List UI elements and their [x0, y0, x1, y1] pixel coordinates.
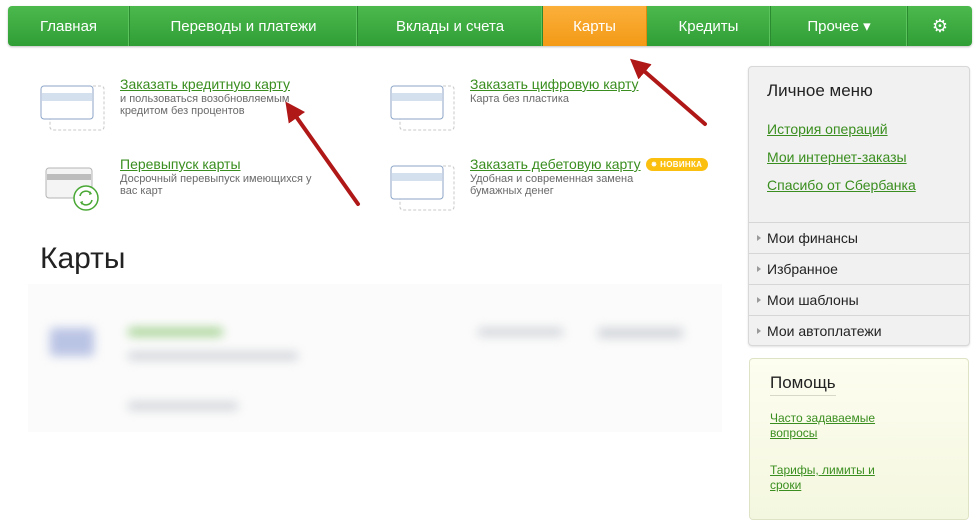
internet-orders-link[interactable]: Мои интернет-заказы — [767, 149, 907, 165]
nav-item-home[interactable]: Главная — [8, 6, 130, 46]
triangle-right-icon — [757, 328, 761, 334]
spasibo-link[interactable]: Спасибо от Сбербанка — [767, 177, 916, 193]
help-title: Помощь — [770, 373, 836, 396]
order-debit-card-label[interactable]: Заказать дебетовую карту — [470, 156, 641, 172]
reissue-card-link[interactable]: Перевыпуск карты — [120, 156, 241, 172]
page-title: Карты — [40, 242, 126, 275]
blurred-card-balance — [478, 328, 563, 336]
triangle-right-icon — [757, 297, 761, 303]
order-debit-card-description: Удобная и современная замена бумажных де… — [470, 173, 634, 197]
blurred-card-image — [50, 328, 94, 356]
nav-item-other[interactable]: Прочее ▾ — [771, 6, 908, 46]
order-debit-card-tile: Заказать дебетовую карту ✸ НОВИНКА Удобна… — [390, 156, 720, 216]
blurred-card-number — [128, 352, 298, 360]
reissue-card-description: Досрочный перевыпуск имеющихся у вас кар… — [120, 173, 312, 197]
nav-item-deposits[interactable]: Вклады и счета — [358, 6, 543, 46]
nav-item-transfers[interactable]: Переводы и платежи — [130, 6, 358, 46]
blurred-card-details — [128, 402, 238, 410]
reissue-card-icon — [45, 167, 99, 211]
new-badge: ✸ НОВИНКА — [645, 158, 709, 171]
main-navigation: Главная Переводы и платежи Вклады и счет… — [8, 6, 972, 46]
credit-card-icon — [40, 85, 105, 131]
triangle-right-icon — [757, 266, 761, 272]
order-credit-card-tile: Заказать кредитную карту и пользоваться … — [40, 76, 370, 136]
section-favorites[interactable]: Избранное — [749, 253, 969, 284]
order-digital-card-description: Карта без пластика — [470, 93, 569, 105]
order-credit-card-description: и пользоваться возобновляемым кредитом б… — [120, 93, 290, 117]
settings-button[interactable]: ⚙ — [908, 6, 972, 46]
order-digital-card-link[interactable]: Заказать цифровую карту — [470, 76, 639, 92]
nav-item-cards[interactable]: Карты — [543, 6, 647, 46]
blurred-card-list — [28, 284, 722, 432]
section-my-autopayments-label: Мои автоплатежи — [767, 323, 882, 339]
order-credit-card-link[interactable]: Заказать кредитную карту — [120, 76, 290, 92]
section-my-finances[interactable]: Мои финансы — [749, 222, 969, 253]
triangle-right-icon — [757, 235, 761, 241]
nav-item-credits[interactable]: Кредиты — [647, 6, 771, 46]
reissue-card-tile: Перевыпуск карты Досрочный перевыпуск им… — [40, 156, 370, 216]
section-my-autopayments[interactable]: Мои автоплатежи — [749, 315, 969, 346]
history-link[interactable]: История операций — [767, 121, 888, 137]
personal-menu-panel: Личное меню История операций Мои интерне… — [748, 66, 970, 346]
new-badge-label: НОВИНКА — [660, 160, 703, 169]
debit-card-icon — [390, 165, 455, 211]
section-favorites-label: Избранное — [767, 261, 838, 277]
tariffs-link[interactable]: Тарифы, лимиты и сроки — [770, 463, 890, 493]
blurred-card-action — [598, 328, 683, 338]
order-digital-card-tile: Заказать цифровую карту Карта без пласти… — [390, 76, 720, 136]
digital-card-icon — [390, 85, 455, 131]
blurred-card-name — [128, 328, 223, 336]
faq-link[interactable]: Часто задаваемые вопросы — [770, 411, 890, 441]
order-debit-card-link[interactable]: Заказать дебетовую карту ✸ НОВИНКА — [470, 156, 709, 172]
section-my-templates-label: Мои шаблоны — [767, 292, 859, 308]
personal-menu-title: Личное меню — [767, 81, 873, 100]
help-panel: Помощь Часто задаваемые вопросы Тарифы, … — [749, 358, 969, 520]
blurred-content — [28, 284, 722, 432]
section-my-templates[interactable]: Мои шаблоны — [749, 284, 969, 315]
section-my-finances-label: Мои финансы — [767, 230, 858, 246]
gear-icon: ⚙ — [931, 15, 949, 36]
